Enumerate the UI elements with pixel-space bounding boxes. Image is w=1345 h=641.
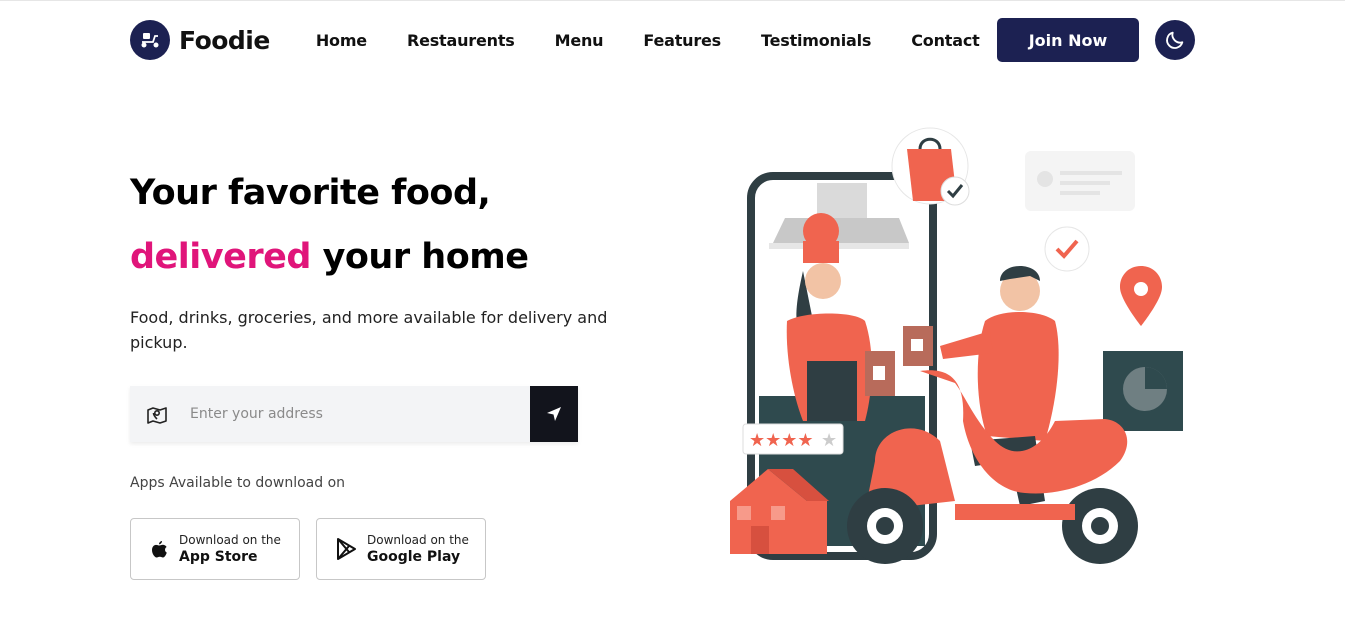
- address-search-bar: [130, 386, 578, 442]
- moon-icon: [1166, 31, 1184, 49]
- brand-logo[interactable]: Foodie: [130, 20, 270, 60]
- theme-toggle-button[interactable]: [1155, 20, 1195, 60]
- takeaway-bags-graphic: [865, 326, 933, 396]
- google-play-button[interactable]: Download on the Google Play: [316, 518, 486, 580]
- svg-text:★: ★: [821, 430, 837, 451]
- brand-name: Foodie: [179, 25, 270, 55]
- locate-submit-button[interactable]: [530, 386, 578, 442]
- delivery-box-graphic: [1103, 351, 1183, 431]
- app-store-name: App Store: [179, 549, 258, 565]
- rating-card-graphic: ★★★★ ★: [742, 423, 844, 455]
- nav-link-features[interactable]: Features: [643, 31, 721, 50]
- food-delivery-illustration: ★★★★ ★: [730, 127, 1183, 564]
- nav-link-testimonials[interactable]: Testimonials: [761, 31, 871, 50]
- app-store-button[interactable]: Download on the App Store: [130, 518, 300, 580]
- app-store-text: Download on the App Store: [179, 533, 281, 565]
- app-store-caption: Download on the: [179, 533, 281, 547]
- map-pin-icon: [130, 386, 184, 442]
- hero-title-rest: your home: [310, 237, 529, 277]
- location-pin-graphic: [1119, 266, 1163, 326]
- google-play-name: Google Play: [367, 549, 461, 565]
- address-input[interactable]: [184, 386, 530, 442]
- apps-available-label: Apps Available to download on: [130, 475, 346, 491]
- range-hood-graphic: [769, 183, 909, 249]
- play-icon: [337, 538, 356, 560]
- shopping-bag-badge-graphic: [891, 127, 970, 206]
- google-play-caption: Download on the: [367, 533, 469, 547]
- nav-link-home[interactable]: Home: [316, 31, 367, 50]
- check-badge-graphic: [1044, 226, 1090, 272]
- google-play-text: Download on the Google Play: [367, 533, 469, 565]
- hero-title-line1: Your favorite food,: [130, 173, 491, 213]
- hero-title-highlight: delivered: [130, 237, 311, 277]
- main-menu: Home Restaurents Menu Features Testimoni…: [316, 31, 980, 50]
- nav-link-contact[interactable]: Contact: [911, 31, 980, 50]
- scooter-icon: [130, 20, 170, 60]
- svg-text:★★★★: ★★★★: [749, 430, 814, 451]
- hero-heading: Your favorite food, delivered your home: [130, 161, 529, 289]
- chat-bubble-graphic: [1025, 151, 1135, 211]
- nav-link-restaurents[interactable]: Restaurents: [407, 31, 515, 50]
- navigation-arrow-icon: [547, 407, 561, 421]
- top-navbar: Foodie Home Restaurents Menu Features Te…: [130, 17, 1195, 63]
- nav-link-menu[interactable]: Menu: [555, 31, 604, 50]
- apple-icon: [152, 541, 167, 558]
- hero-subtitle: Food, drinks, groceries, and more availa…: [130, 308, 608, 352]
- join-now-button[interactable]: Join Now: [997, 18, 1139, 62]
